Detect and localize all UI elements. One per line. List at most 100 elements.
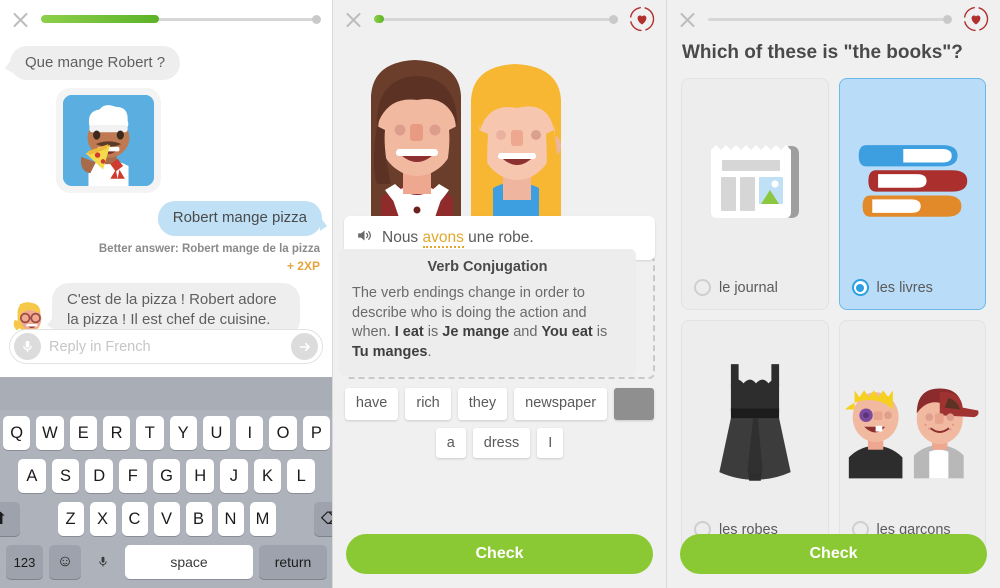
choice-footer: les livres (840, 279, 986, 309)
keyboard-row-2: ASDFGHJKL (3, 459, 330, 493)
key-k[interactable]: K (253, 459, 282, 493)
chef-eating-pizza-illustration (63, 95, 154, 187)
word-tile[interactable]: newspaper (514, 388, 608, 420)
keyboard-rows: QWERTYUIOP ASDFGHJKL ⬆ ZXCVBNM ⌫ 123 ☺ (0, 410, 332, 583)
key-a[interactable]: A (17, 459, 46, 493)
key-q[interactable]: Q (3, 416, 31, 450)
stack-of-books-illustration (840, 79, 986, 279)
key-o[interactable]: O (269, 416, 297, 450)
check-button[interactable]: Check (346, 534, 653, 574)
key-j[interactable]: J (220, 459, 248, 493)
emoji-icon[interactable]: ☺ (49, 545, 81, 579)
key-m[interactable]: M (249, 502, 276, 536)
progress-bar (708, 14, 952, 24)
newspaper-illustration (682, 79, 828, 279)
key-x[interactable]: X (89, 502, 116, 536)
word-tile[interactable]: have (344, 388, 399, 420)
close-icon[interactable] (678, 10, 697, 29)
tooltip-text-2: is (423, 324, 443, 341)
panel-chatbot: Que mange Robert ? Robert mange pizza Be… (0, 0, 333, 588)
send-arrow-icon[interactable] (291, 333, 318, 360)
key-y[interactable]: Y (169, 416, 197, 450)
word-tile[interactable]: I (537, 428, 564, 458)
shift-key[interactable]: ⬆ (0, 502, 20, 536)
key-w[interactable]: W (36, 416, 64, 450)
progress-fill (374, 15, 384, 23)
keyboard-row-1: QWERTYUIOP (3, 416, 330, 450)
sentence-text: Nous avons une robe. (382, 229, 534, 248)
word-tile[interactable]: dress (472, 428, 531, 458)
key-e[interactable]: E (69, 416, 97, 450)
key-u[interactable]: U (202, 416, 231, 450)
panel2-topbar (333, 0, 666, 38)
chat-image-card (56, 88, 161, 194)
word-tile-used-placeholder (614, 388, 655, 420)
close-icon[interactable] (11, 10, 30, 29)
radio-button[interactable] (851, 279, 869, 296)
tooltip-bold-4: Tu manges (352, 343, 428, 360)
backspace-key[interactable]: ⌫ (313, 502, 332, 536)
radio-button[interactable] (694, 279, 711, 296)
hearts-icon[interactable] (963, 6, 989, 32)
sentence-post: une robe. (463, 229, 534, 246)
key-r[interactable]: R (102, 416, 131, 450)
panel-multiple-choice: Which of these is "the books"? le journa… (667, 0, 1000, 588)
key-l[interactable]: L (287, 459, 316, 493)
space-key[interactable]: space (125, 545, 253, 579)
speaker-icon[interactable] (356, 227, 373, 249)
key-i[interactable]: I (236, 416, 264, 450)
tooltip-body: The verb endings change in order to desc… (352, 284, 623, 362)
chat-bubble-question: Que mange Robert ? (10, 46, 181, 81)
key-v[interactable]: V (153, 502, 180, 536)
key-t[interactable]: T (136, 416, 164, 450)
key-s[interactable]: S (51, 459, 80, 493)
choice-label: les livres (876, 279, 933, 296)
message-row: Robert mange pizza (10, 201, 322, 236)
sentence-highlight-word[interactable]: avons (422, 229, 464, 248)
tooltip-title: Verb Conjugation (427, 259, 548, 275)
two-boys-illustration (840, 321, 986, 521)
key-h[interactable]: H (186, 459, 215, 493)
choice-card-le-journal[interactable]: le journal (681, 78, 829, 310)
keyboard-row-4: 123 ☺ space return (3, 545, 330, 579)
hearts-icon[interactable] (629, 6, 655, 32)
choice-card-les-robes[interactable]: les robes (681, 320, 829, 552)
progress-track (708, 17, 948, 21)
black-dress-illustration (682, 321, 828, 521)
panel1-topbar (0, 0, 332, 38)
word-tile[interactable]: they (457, 388, 508, 420)
word-tile[interactable]: rich (405, 388, 451, 420)
key-c[interactable]: C (121, 502, 148, 536)
return-key[interactable]: return (259, 545, 327, 579)
keyboard-spacer (282, 502, 308, 536)
key-z[interactable]: Z (57, 502, 84, 536)
progress-bar (41, 14, 321, 24)
key-g[interactable]: G (152, 459, 181, 493)
tooltip-text-3: and (509, 324, 542, 341)
search-input[interactable] (49, 338, 283, 355)
close-icon[interactable] (344, 10, 363, 29)
key-f[interactable]: F (119, 459, 147, 493)
progress-bar (374, 14, 618, 24)
keyboard-toolbar (0, 377, 332, 410)
grammar-tooltip: Verb Conjugation The verb endings change… (339, 249, 636, 377)
word-tile[interactable]: a (435, 428, 466, 458)
check-button[interactable]: Check (680, 534, 987, 574)
page-title: Which of these is "the books"? (682, 42, 963, 63)
numbers-key[interactable]: 123 (6, 545, 43, 579)
key-n[interactable]: N (217, 502, 244, 536)
word-bank-row-1: have rich they newspaper (344, 388, 655, 420)
tooltip-bold-1: I eat (394, 324, 424, 341)
choice-card-les-livres[interactable]: les livres (838, 78, 986, 310)
microphone-icon[interactable] (87, 545, 119, 579)
better-answer-text: Better answer: Robert mange de la pizza (98, 242, 320, 255)
key-b[interactable]: B (185, 502, 212, 536)
tooltip-text-5: . (427, 343, 432, 360)
key-p[interactable]: P (302, 416, 330, 450)
microphone-icon[interactable] (14, 333, 41, 360)
progress-track (374, 17, 614, 21)
on-screen-keyboard: QWERTYUIOP ASDFGHJKL ⬆ ZXCVBNM ⌫ 123 ☺ (0, 377, 332, 588)
choice-card-les-garcons[interactable]: les garçons (838, 320, 986, 552)
xp-badge: + 2XP (286, 258, 320, 273)
key-d[interactable]: D (85, 459, 113, 493)
